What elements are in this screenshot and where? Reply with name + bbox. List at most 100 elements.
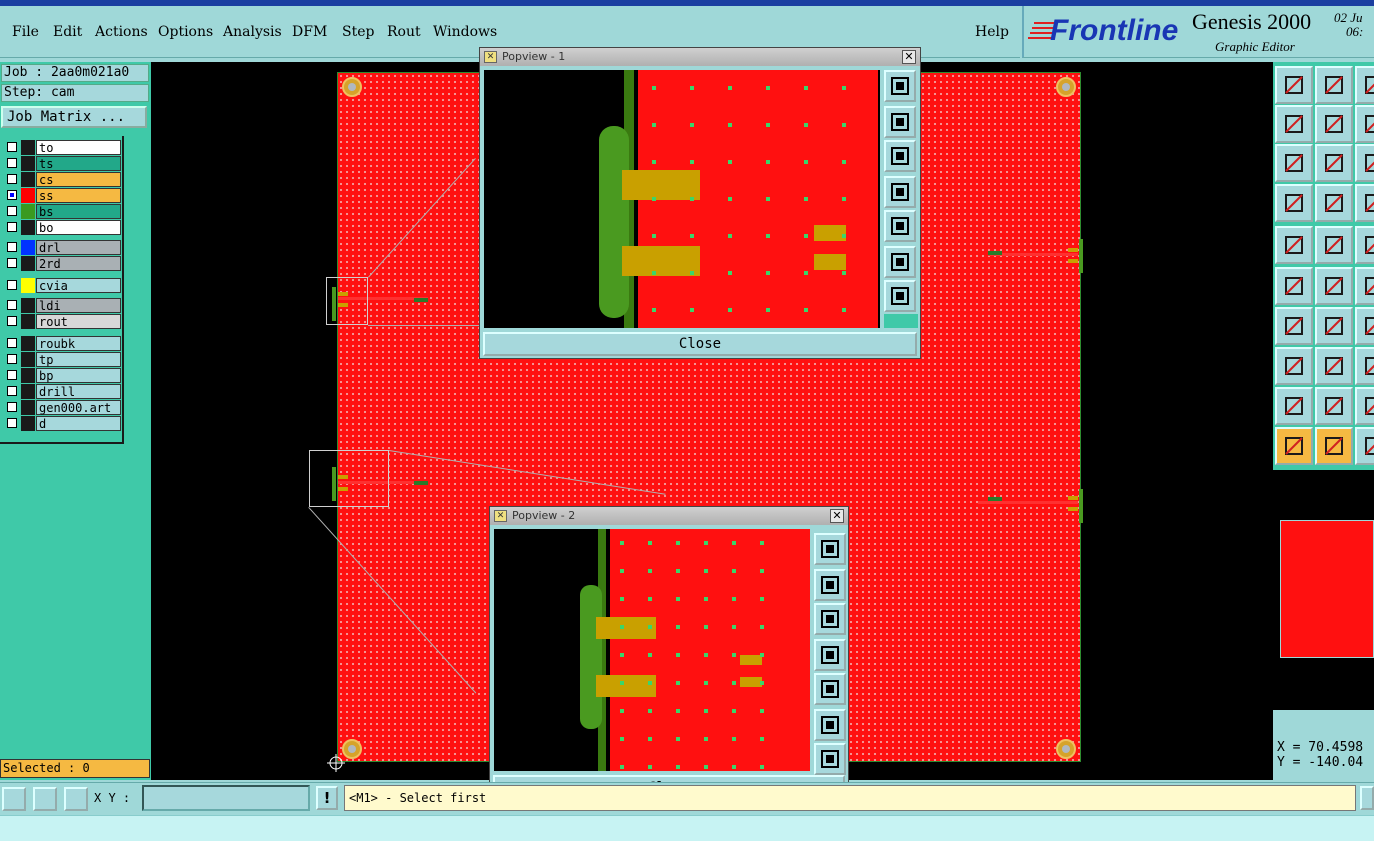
pan-left-icon[interactable]: [1275, 105, 1313, 143]
layer-row-ss[interactable]: ss: [3, 188, 121, 203]
layer-checkbox[interactable]: [7, 402, 17, 412]
layer-checkbox[interactable]: [7, 418, 17, 428]
alert-button[interactable]: !: [316, 786, 338, 810]
layer-checkbox[interactable]: [7, 190, 17, 200]
layer-row-bo[interactable]: bo: [3, 220, 121, 235]
draw-line-icon[interactable]: [1275, 307, 1313, 345]
scale-icon[interactable]: [1355, 144, 1374, 182]
menu-help[interactable]: Help: [975, 24, 1009, 40]
pan-up-icon[interactable]: [884, 106, 916, 138]
layer-row-to[interactable]: to: [3, 140, 121, 155]
layer-checkbox[interactable]: [7, 386, 17, 396]
layer-name[interactable]: bp: [36, 368, 121, 383]
close-icon[interactable]: ✕: [830, 509, 844, 523]
pan-down-icon[interactable]: [814, 603, 846, 635]
pan-right-icon[interactable]: [884, 210, 916, 242]
zoom-in-icon[interactable]: [1275, 66, 1313, 104]
dash-icon[interactable]: [1315, 347, 1353, 385]
line-icon[interactable]: [1315, 226, 1353, 264]
fit-icon[interactable]: [884, 246, 916, 278]
menu-windows[interactable]: Windows: [433, 24, 497, 40]
layer-row-roubk[interactable]: roubk: [3, 336, 121, 351]
menu-options[interactable]: Options: [158, 24, 213, 40]
menu-analysis[interactable]: Analysis: [223, 24, 282, 40]
layer-row-ldi[interactable]: ldi: [3, 298, 121, 313]
undo-icon[interactable]: [1355, 66, 1374, 104]
triangle-icon[interactable]: [1275, 387, 1313, 425]
layer-row-drl[interactable]: drl: [3, 240, 121, 255]
layer-name[interactable]: d: [36, 416, 121, 431]
popview-1-title[interactable]: ✕ Popview - 1: [480, 48, 920, 66]
grid-icon[interactable]: [64, 787, 88, 811]
layer-row-bs[interactable]: bs: [3, 204, 121, 219]
close-icon[interactable]: ✕: [902, 50, 916, 64]
net-icon[interactable]: [1315, 184, 1353, 222]
layer-checkbox[interactable]: [7, 242, 17, 252]
layer-checkbox[interactable]: [7, 174, 17, 184]
arc-icon[interactable]: [1315, 387, 1353, 425]
pan-down-icon[interactable]: [884, 140, 916, 172]
overview-minimap[interactable]: [1280, 520, 1374, 658]
fit-icon[interactable]: [814, 709, 846, 741]
layer-name[interactable]: bs: [36, 204, 121, 219]
layer-row-cvia[interactable]: cvia: [3, 278, 121, 293]
layer-name[interactable]: gen000.art: [36, 400, 121, 415]
layer-name[interactable]: drill: [36, 384, 121, 399]
layer-row-rout[interactable]: rout: [3, 314, 121, 329]
pan-left-icon[interactable]: [814, 639, 846, 671]
pan-left-icon[interactable]: [884, 176, 916, 208]
select-icon[interactable]: [1275, 427, 1313, 465]
center-icon[interactable]: [1315, 144, 1353, 182]
layer-name[interactable]: ts: [36, 156, 121, 171]
add-pad-icon[interactable]: [1275, 226, 1313, 264]
zoom-out-icon[interactable]: [1315, 66, 1353, 104]
bracket-icon[interactable]: [1355, 347, 1374, 385]
layer-row-gen000-art[interactable]: gen000.art: [3, 400, 121, 415]
pan-up-icon[interactable]: [814, 569, 846, 601]
xy-input[interactable]: [142, 785, 310, 811]
layer-row-cs[interactable]: cs: [3, 172, 121, 187]
layer-checkbox[interactable]: [7, 258, 17, 268]
layer-row-drill[interactable]: drill: [3, 384, 121, 399]
layer-row-2rd[interactable]: 2rd: [3, 256, 121, 271]
route-icon[interactable]: [1355, 184, 1374, 222]
layer-checkbox[interactable]: [7, 206, 17, 216]
split-icon[interactable]: [1355, 267, 1374, 305]
zoom-home-icon[interactable]: [884, 280, 916, 312]
layer-name[interactable]: drl: [36, 240, 121, 255]
settings-icon[interactable]: [1275, 184, 1313, 222]
menu-step[interactable]: Step: [342, 24, 374, 40]
menu-actions[interactable]: Actions: [95, 24, 148, 40]
menu-rout[interactable]: Rout: [387, 24, 421, 40]
layer-row-bp[interactable]: bp: [3, 368, 121, 383]
layer-name[interactable]: ldi: [36, 298, 121, 313]
pan-right-icon[interactable]: [814, 673, 846, 705]
fit-screen-icon[interactable]: [1275, 144, 1313, 182]
layer-checkbox[interactable]: [7, 158, 17, 168]
connect-icon[interactable]: [1275, 267, 1313, 305]
layer-checkbox[interactable]: [7, 300, 17, 310]
popview-2-canvas[interactable]: [494, 529, 810, 771]
layer-name[interactable]: cvia: [36, 278, 121, 293]
layer-name[interactable]: to: [36, 140, 121, 155]
layer-checkbox[interactable]: [7, 370, 17, 380]
popview-1-canvas[interactable]: [484, 70, 880, 328]
select-alt-icon[interactable]: [1315, 427, 1353, 465]
mode-button[interactable]: [1360, 786, 1374, 810]
zoom-window-icon[interactable]: [814, 533, 846, 565]
layer-checkbox[interactable]: [7, 280, 17, 290]
measure-icon[interactable]: [33, 787, 57, 811]
layer-row-ts[interactable]: ts: [3, 156, 121, 171]
component-icon[interactable]: [1275, 347, 1313, 385]
redo-icon[interactable]: [1355, 105, 1374, 143]
menu-file[interactable]: File: [12, 24, 39, 40]
draw-diag-icon[interactable]: [1315, 307, 1353, 345]
resize-icon[interactable]: [1355, 307, 1374, 345]
layer-checkbox[interactable]: [7, 222, 17, 232]
zoom-home-icon[interactable]: [814, 743, 846, 775]
popview-1-close-button[interactable]: Close: [483, 332, 917, 356]
pan-right-icon[interactable]: [1315, 105, 1353, 143]
delete-icon[interactable]: [1315, 267, 1353, 305]
layer-checkbox[interactable]: [7, 316, 17, 326]
layer-name[interactable]: roubk: [36, 336, 121, 351]
